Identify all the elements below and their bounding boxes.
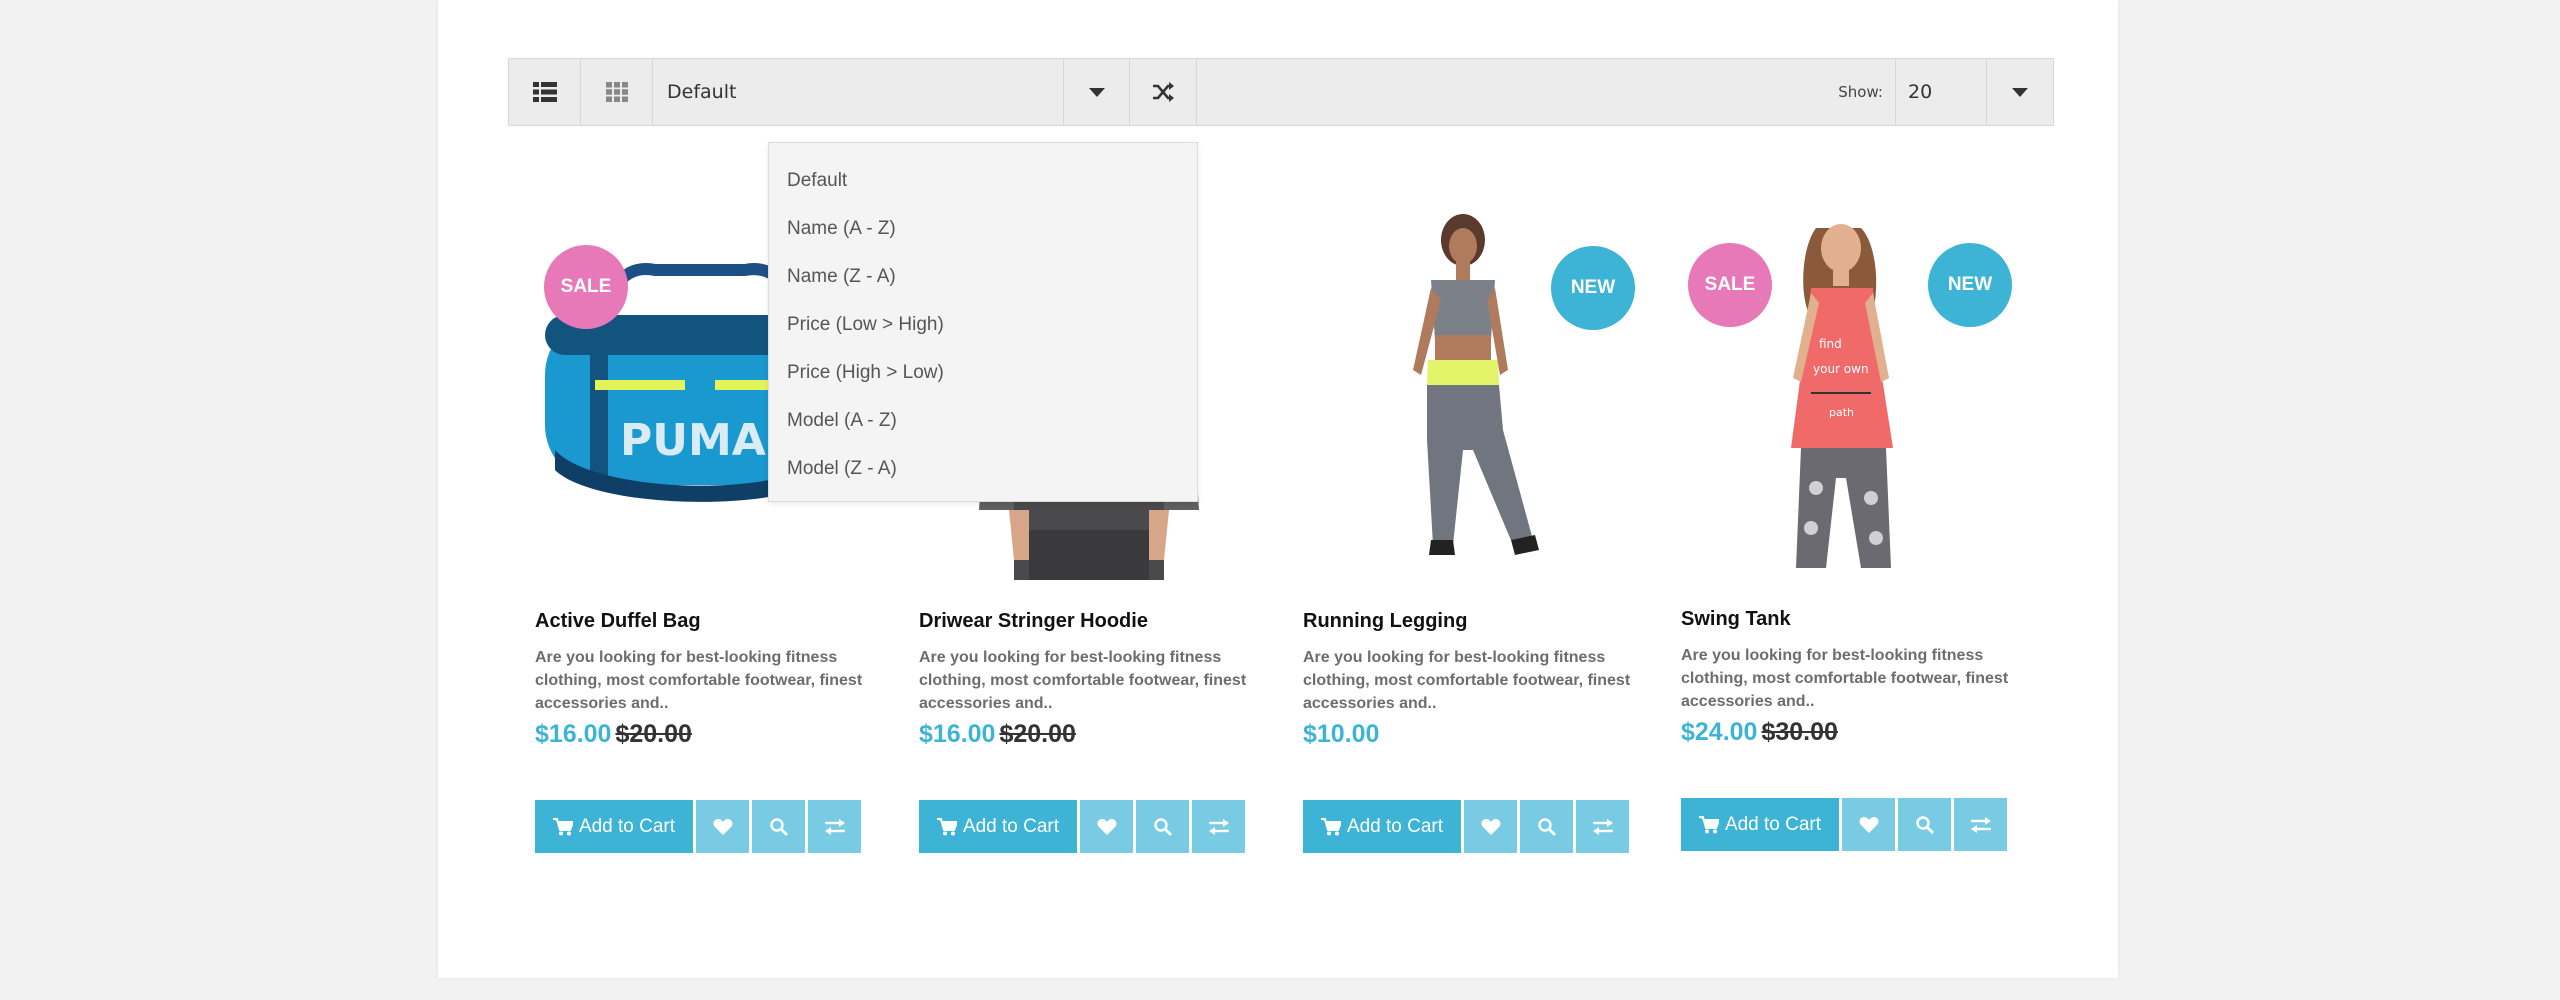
product-description: Are you looking for best-looking fitness… xyxy=(1681,647,2009,710)
sort-option-name-asc[interactable]: Name (A - Z) xyxy=(769,205,1197,253)
quickview-button[interactable] xyxy=(1520,800,1573,853)
add-to-cart-button[interactable]: Add to Cart xyxy=(1681,798,1839,851)
price-old: $30.00 xyxy=(1761,718,1838,746)
price-new: $16.00 xyxy=(535,720,612,748)
sort-option-model-asc[interactable]: Model (A - Z) xyxy=(769,397,1197,445)
sort-option-model-desc[interactable]: Model (Z - A) xyxy=(769,445,1197,493)
price-new: $10.00 xyxy=(1303,720,1380,748)
product-description: Are you looking for best-looking fitness… xyxy=(919,649,1247,712)
heart-icon xyxy=(713,818,732,835)
heart-icon xyxy=(1097,818,1116,835)
compare-button[interactable] xyxy=(1576,800,1629,853)
show-select[interactable]: 20 xyxy=(1895,59,1987,125)
search-icon xyxy=(1153,817,1172,836)
cart-icon xyxy=(1320,817,1341,835)
show-label: Show: xyxy=(1838,83,1883,101)
search-icon xyxy=(769,817,788,836)
add-to-cart-button[interactable]: Add to Cart xyxy=(535,800,693,853)
sort-select[interactable]: Default xyxy=(653,59,1064,125)
price-old: $20.00 xyxy=(999,720,1076,748)
product-name[interactable]: Running Legging xyxy=(1303,610,1467,633)
wishlist-button[interactable] xyxy=(1080,800,1133,853)
wishlist-button[interactable] xyxy=(696,800,749,853)
sort-option-default[interactable]: Default xyxy=(769,157,1197,205)
page-container: Default Show: 20 PUMA SALE Active Duffel… xyxy=(438,0,2118,978)
compare-button[interactable] xyxy=(1192,800,1245,853)
product-actions: Add to Cart xyxy=(1681,798,2007,851)
sort-option-name-desc[interactable]: Name (Z - A) xyxy=(769,253,1197,301)
show-select-value: 20 xyxy=(1908,81,1933,103)
product-description: Are you looking for best-looking fitness… xyxy=(535,649,863,712)
heart-icon xyxy=(1481,818,1500,835)
cart-icon xyxy=(1698,815,1719,833)
compare-icon xyxy=(1970,816,1991,833)
compare-icon xyxy=(824,818,845,835)
grid-view-button[interactable] xyxy=(581,59,653,125)
price-new: $16.00 xyxy=(919,720,996,748)
add-to-cart-label: Add to Cart xyxy=(1346,815,1444,837)
product-toolbar: Default Show: 20 xyxy=(508,58,2054,126)
compare-button[interactable] xyxy=(808,800,861,853)
quickview-button[interactable] xyxy=(1898,798,1951,851)
product-price: $16.00 $20.00 xyxy=(535,720,692,749)
add-to-cart-label: Add to Cart xyxy=(962,815,1060,837)
svg-text:path: path xyxy=(1829,406,1854,419)
sort-option-price-asc[interactable]: Price (Low > High) xyxy=(769,301,1197,349)
svg-text:PUMA: PUMA xyxy=(620,415,766,466)
new-badge: NEW xyxy=(1928,243,2012,327)
sale-badge: SALE xyxy=(544,245,628,329)
product-actions: Add to Cart xyxy=(919,800,1245,853)
quickview-button[interactable] xyxy=(752,800,805,853)
compare-icon xyxy=(1208,818,1229,835)
product-description: Are you looking for best-looking fitness… xyxy=(1303,649,1631,712)
sort-dropdown-menu: Default Name (A - Z) Name (Z - A) Price … xyxy=(768,142,1198,502)
chevron-down-icon xyxy=(2012,87,2028,97)
list-icon xyxy=(532,82,557,102)
grid-icon xyxy=(605,82,628,102)
product-name[interactable]: Driwear Stringer Hoodie xyxy=(919,610,1148,633)
compare-button[interactable] xyxy=(1954,798,2007,851)
sort-select-value: Default xyxy=(667,81,737,103)
product-name[interactable]: Active Duffel Bag xyxy=(535,610,701,633)
product-price: $10.00 xyxy=(1303,720,1379,749)
add-to-cart-button[interactable]: Add to Cart xyxy=(1303,800,1461,853)
shuffle-button[interactable] xyxy=(1130,59,1197,125)
sort-dropdown-toggle[interactable] xyxy=(1064,59,1130,125)
add-to-cart-button[interactable]: Add to Cart xyxy=(919,800,1077,853)
sort-option-price-desc[interactable]: Price (High > Low) xyxy=(769,349,1197,397)
add-to-cart-label: Add to Cart xyxy=(1724,813,1822,835)
shuffle-icon xyxy=(1153,82,1174,102)
compare-icon xyxy=(1592,818,1613,835)
list-view-button[interactable] xyxy=(509,59,581,125)
product-price: $24.00 $30.00 xyxy=(1681,718,1838,747)
svg-text:your own: your own xyxy=(1813,362,1869,376)
sale-badge: SALE xyxy=(1688,243,1772,327)
search-icon xyxy=(1537,817,1556,836)
cart-icon xyxy=(936,817,957,835)
product-actions: Add to Cart xyxy=(535,800,861,853)
search-icon xyxy=(1915,815,1934,834)
heart-icon xyxy=(1859,816,1878,833)
product-actions: Add to Cart xyxy=(1303,800,1629,853)
wishlist-button[interactable] xyxy=(1464,800,1517,853)
cart-icon xyxy=(552,817,573,835)
product-price: $16.00 $20.00 xyxy=(919,720,1076,749)
price-new: $24.00 xyxy=(1681,718,1758,746)
new-badge: NEW xyxy=(1551,246,1635,330)
add-to-cart-label: Add to Cart xyxy=(578,815,676,837)
chevron-down-icon xyxy=(1088,87,1105,97)
quickview-button[interactable] xyxy=(1136,800,1189,853)
show-dropdown-toggle[interactable] xyxy=(1987,59,2053,125)
svg-text:find: find xyxy=(1819,337,1842,351)
product-name[interactable]: Swing Tank xyxy=(1681,608,1791,631)
wishlist-button[interactable] xyxy=(1842,798,1895,851)
price-old: $20.00 xyxy=(615,720,692,748)
